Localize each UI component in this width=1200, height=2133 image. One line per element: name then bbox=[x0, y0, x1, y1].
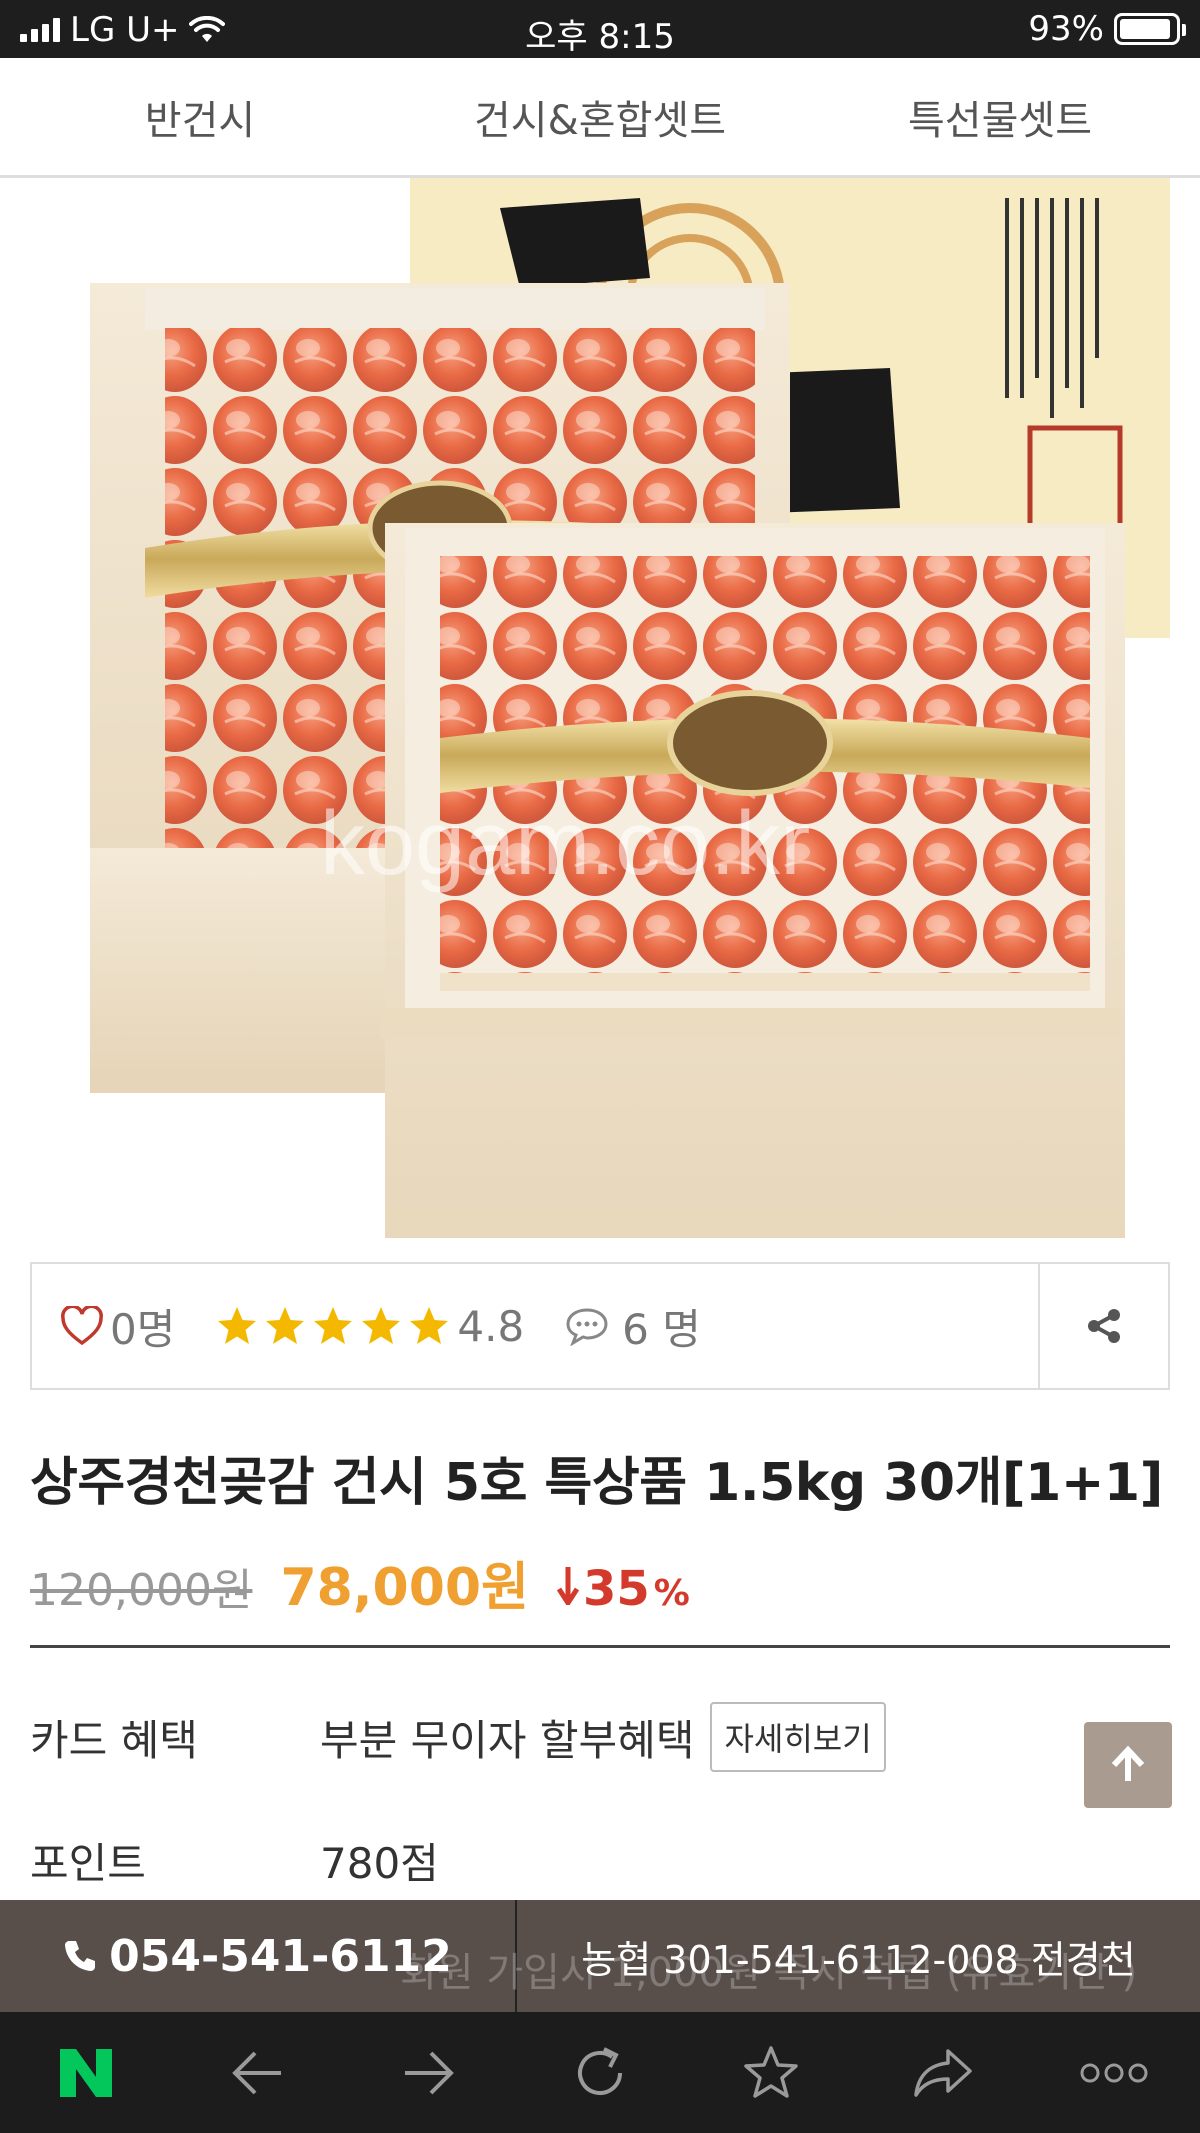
price-row: 120,000원 78,000원 35% bbox=[30, 1545, 690, 1620]
bookmark-button[interactable] bbox=[721, 2023, 821, 2123]
status-right: 93% bbox=[1028, 9, 1186, 49]
speech-bubble-icon bbox=[566, 1308, 608, 1346]
down-arrow-icon bbox=[556, 1567, 579, 1605]
status-bar: LG U+ 오후 8:15 93% bbox=[0, 0, 1200, 58]
naver-logo-icon bbox=[59, 2048, 112, 2097]
point-row: 포인트 780점 bbox=[30, 1830, 439, 1891]
heart-icon bbox=[61, 1306, 103, 1346]
forward-icon bbox=[404, 2051, 454, 2094]
card-benefit-value: 부분 무이자 할부혜택 bbox=[320, 1715, 695, 1765]
star-icon bbox=[410, 1307, 449, 1344]
more-icon bbox=[1080, 2063, 1148, 2082]
refresh-icon bbox=[577, 2046, 622, 2095]
tab-special-gift-set[interactable]: 특선물셋트 bbox=[800, 58, 1200, 175]
like-count: 0명 bbox=[110, 1304, 176, 1354]
stats-main: 0명 4.8 6 명 bbox=[32, 1264, 1038, 1388]
star-icon bbox=[266, 1307, 305, 1344]
star-icon bbox=[218, 1307, 257, 1344]
like-button[interactable]: 0명 bbox=[60, 1296, 175, 1357]
sale-price: 78,000원 bbox=[280, 1558, 529, 1618]
point-value: 780점 bbox=[320, 1839, 439, 1888]
share-page-button[interactable] bbox=[893, 2023, 993, 2123]
tab-geonsi-mixed-set[interactable]: 건시&혼합셋트 bbox=[400, 58, 800, 175]
view-details-button[interactable]: 자세히보기 bbox=[710, 1702, 886, 1772]
original-price: 120,000원 bbox=[30, 1565, 253, 1616]
status-time: 오후 8:15 bbox=[525, 17, 675, 57]
product-photo bbox=[90, 178, 1170, 1238]
phone-icon bbox=[65, 1941, 96, 1971]
signup-reward-text: 회원 가입시 1,000원 즉시 적립 (유효기간 ) bbox=[400, 1950, 1138, 1996]
share-arrow-icon bbox=[914, 2048, 972, 2097]
discount-unit: % bbox=[653, 1573, 690, 1614]
forward-button[interactable] bbox=[379, 2023, 479, 2123]
category-tabs: 반건시 건시&혼합셋트 특선물셋트 bbox=[0, 58, 1200, 178]
rating: 4.8 bbox=[215, 1302, 524, 1351]
battery-fill bbox=[1120, 19, 1171, 39]
more-button[interactable] bbox=[1064, 2023, 1164, 2123]
star-icon bbox=[314, 1307, 353, 1344]
share-button[interactable] bbox=[1038, 1264, 1168, 1388]
divider bbox=[30, 1645, 1170, 1648]
rating-stars bbox=[215, 1305, 451, 1347]
arrow-up-icon bbox=[1111, 1745, 1145, 1781]
point-label: 포인트 bbox=[30, 1839, 146, 1888]
discount-value: 35 bbox=[582, 1561, 650, 1617]
tab-bangeonsi[interactable]: 반건시 bbox=[0, 58, 400, 175]
rating-value: 4.8 bbox=[457, 1301, 525, 1351]
discount-rate: 35% bbox=[556, 1561, 690, 1617]
comments[interactable]: 6 명 bbox=[564, 1296, 701, 1357]
card-benefit-row: 카드 혜택 부분 무이자 할부혜택 자세히보기 bbox=[30, 1702, 886, 1772]
share-icon bbox=[1088, 1309, 1120, 1343]
naver-home-button[interactable] bbox=[36, 2023, 136, 2123]
scroll-to-top-button[interactable] bbox=[1084, 1722, 1172, 1808]
product-stats: 0명 4.8 6 명 bbox=[30, 1262, 1170, 1390]
comment-count: 6 명 bbox=[622, 1304, 701, 1354]
image-watermark: kogam.co.kr bbox=[320, 794, 811, 894]
product-image: kogam.co.kr bbox=[0, 178, 1200, 1238]
back-icon bbox=[232, 2051, 282, 2094]
product-title: 상주경천곶감 건시 5호 특상품 1.5kg 30개[1+1] bbox=[30, 1453, 1163, 1513]
battery-percent: 93% bbox=[1028, 9, 1104, 49]
battery-icon bbox=[1114, 13, 1186, 45]
back-button[interactable] bbox=[207, 2023, 307, 2123]
bookmark-star-icon bbox=[744, 2045, 799, 2098]
card-benefit-label: 카드 혜택 bbox=[30, 1715, 198, 1765]
refresh-button[interactable] bbox=[550, 2023, 650, 2123]
browser-toolbar bbox=[0, 2012, 1200, 2133]
star-icon bbox=[362, 1307, 401, 1344]
